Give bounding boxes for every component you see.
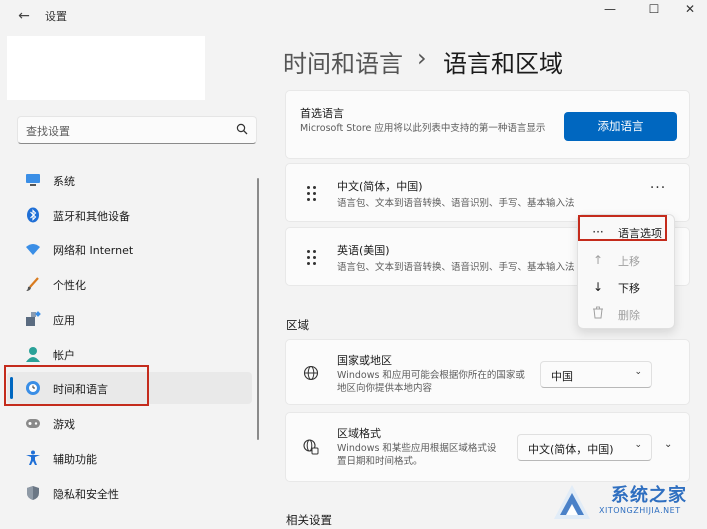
language-features: 语言包、文本到语音转换、语音识别、手写、基本输入法 xyxy=(337,198,575,209)
sidebar-item-label: 系统 xyxy=(53,175,75,188)
language-features: 语言包、文本到语音转换、语音识别、手写、基本输入法 xyxy=(337,262,575,273)
preferred-languages-description: Microsoft Store 应用将以此列表中支持的第一种语言显示 xyxy=(300,123,546,134)
sidebar-item-system[interactable]: 系统 xyxy=(7,164,252,196)
related-settings-heading: 相关设置 xyxy=(286,513,332,527)
shield-icon xyxy=(25,485,41,501)
sidebar-item-network[interactable]: 网络和 Internet xyxy=(7,233,252,265)
sidebar-item-label: 个性化 xyxy=(53,279,86,292)
watermark-logo xyxy=(550,479,594,523)
regional-format-row[interactable]: 区域格式 Windows 和某些应用根据区域格式设置日期和时间格式。 中文(简体… xyxy=(285,412,690,482)
sidebar-item-gaming[interactable]: 游戏 xyxy=(7,407,252,439)
sidebar-item-label: 游戏 xyxy=(53,418,75,431)
search-icon xyxy=(236,123,248,137)
account-icon xyxy=(25,346,41,362)
chevron-down-icon: ⌄ xyxy=(634,367,642,377)
preferred-languages-card: 首选语言 Microsoft Store 应用将以此列表中支持的第一种语言显示 … xyxy=(285,90,690,159)
back-arrow-icon[interactable]: ← xyxy=(14,6,34,26)
close-icon[interactable]: ✕ xyxy=(668,0,707,22)
regional-format-title: 区域格式 xyxy=(337,427,381,440)
breadcrumb-separator: › xyxy=(417,44,427,72)
regional-format-dropdown[interactable]: 中文(简体，中国) ⌄ xyxy=(517,434,652,461)
country-region-row: 国家或地区 Windows 和应用可能会根据你所在的国家或地区向你提供本地内容 … xyxy=(285,339,690,405)
country-region-value: 中国 xyxy=(551,370,573,383)
arrow-up-icon: ↑ xyxy=(592,253,604,267)
search-input[interactable]: 查找设置 xyxy=(17,116,257,144)
sidebar-item-label: 网络和 Internet xyxy=(53,244,134,257)
preferred-languages-title: 首选语言 xyxy=(300,107,344,120)
country-region-description: Windows 和应用可能会根据你所在的国家或地区向你提供本地内容 xyxy=(337,370,525,394)
sidebar-item-label: 应用 xyxy=(53,314,75,327)
title-bar: ← 设置 — ☐ ✕ xyxy=(0,0,707,32)
sidebar-item-apps[interactable]: 应用 xyxy=(7,303,252,335)
globe-icon xyxy=(302,364,320,382)
menu-item-label: 上移 xyxy=(618,255,640,268)
menu-item-label: 删除 xyxy=(618,309,640,322)
regional-format-icon xyxy=(302,438,320,456)
apps-icon xyxy=(25,311,41,327)
sidebar-item-accessibility[interactable]: 辅助功能 xyxy=(7,442,252,474)
sidebar-item-label: 帐户 xyxy=(53,349,75,362)
monitor-icon xyxy=(25,172,41,188)
accessibility-icon xyxy=(25,450,41,466)
country-region-dropdown[interactable]: 中国 ⌄ xyxy=(540,361,652,388)
annotation-highlight-box xyxy=(4,365,149,406)
sidebar-item-bluetooth[interactable]: 蓝牙和其他设备 xyxy=(7,199,252,231)
breadcrumb-parent[interactable]: 时间和语言 xyxy=(283,44,403,79)
sidebar-item-privacy[interactable]: 隐私和安全性 xyxy=(7,477,252,509)
wifi-icon xyxy=(25,241,41,257)
watermark-url: XITONGZHIJIA.NET xyxy=(599,506,681,515)
menu-item-move-up: ↑ 上移 xyxy=(582,247,672,273)
region-heading: 区域 xyxy=(286,318,309,332)
menu-item-label: 下移 xyxy=(618,282,640,295)
expand-chevron-icon[interactable]: ⌄ xyxy=(664,439,672,450)
search-placeholder: 查找设置 xyxy=(26,125,70,138)
drag-handle-icon[interactable] xyxy=(305,185,319,201)
page-title: 语言和区域 xyxy=(443,50,563,78)
arrow-down-icon: ↓ xyxy=(592,280,604,294)
user-profile-card[interactable] xyxy=(7,36,205,100)
language-name: 中文(简体，中国) xyxy=(337,180,423,193)
menu-item-remove: 删除 xyxy=(582,301,672,327)
annotation-highlight-box xyxy=(578,215,667,241)
brush-icon xyxy=(25,276,41,292)
gamepad-icon xyxy=(25,415,41,431)
sidebar-item-label: 隐私和安全性 xyxy=(53,488,119,501)
chevron-down-icon: ⌄ xyxy=(634,440,642,450)
window-title: 设置 xyxy=(45,10,67,23)
sidebar-scrollbar[interactable] xyxy=(257,178,259,440)
sidebar-item-label: 辅助功能 xyxy=(53,453,97,466)
minimize-icon[interactable]: — xyxy=(588,0,632,22)
menu-item-move-down[interactable]: ↓ 下移 xyxy=(582,274,672,300)
add-language-button[interactable]: 添加语言 xyxy=(564,112,677,141)
watermark-name: 系统之家 xyxy=(611,485,687,506)
trash-icon xyxy=(590,306,606,322)
more-options-button[interactable]: ··· xyxy=(646,181,670,201)
regional-format-description: Windows 和某些应用根据区域格式设置日期和时间格式。 xyxy=(337,443,497,467)
language-name: 英语(美国) xyxy=(337,244,390,257)
country-region-title: 国家或地区 xyxy=(337,354,392,367)
regional-format-value: 中文(简体，中国) xyxy=(528,443,614,456)
sidebar-item-personalization[interactable]: 个性化 xyxy=(7,268,252,300)
sidebar-item-label: 蓝牙和其他设备 xyxy=(53,210,130,223)
drag-handle-icon[interactable] xyxy=(305,249,319,265)
bluetooth-icon xyxy=(25,207,41,223)
